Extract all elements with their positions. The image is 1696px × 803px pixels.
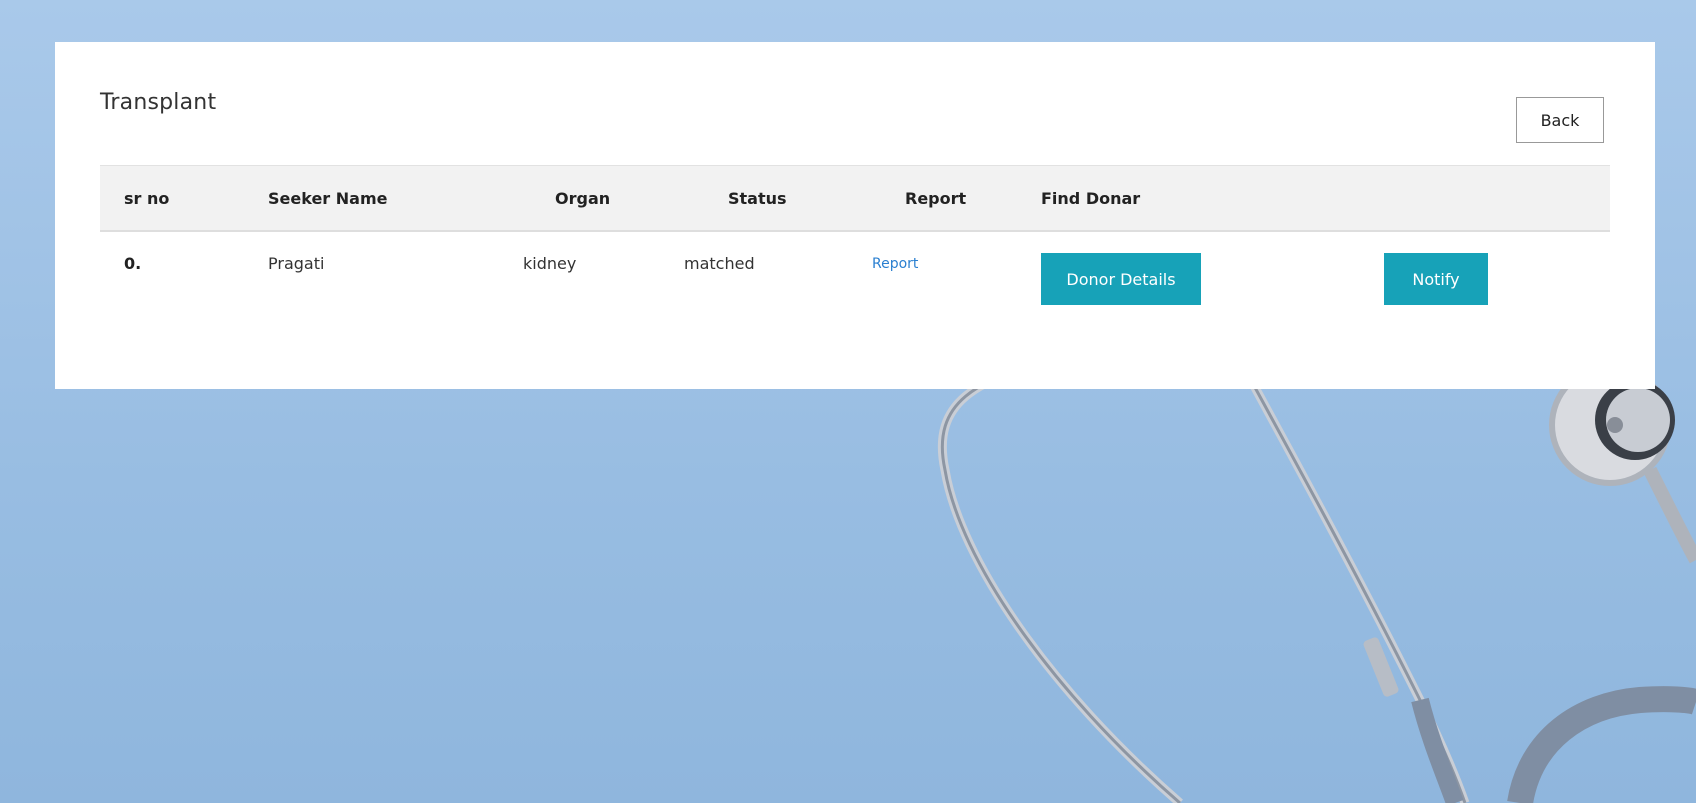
cell-find-donar: Donor Details — [1041, 231, 1384, 305]
header-seeker-name: Seeker Name — [268, 188, 388, 208]
cell-notify: Notify — [1384, 231, 1610, 305]
header-report: Report — [905, 188, 967, 208]
header-sr-no: sr no — [124, 188, 170, 208]
back-button[interactable]: Back — [1516, 97, 1604, 143]
table-row: 0. Pragati kidney matched Report Donor D… — [100, 231, 1610, 305]
cell-sr-no: 0. — [124, 254, 142, 273]
cell-status: matched — [684, 254, 755, 273]
header-find-donar: Find Donar — [1041, 188, 1141, 208]
header-organ: Organ — [555, 188, 611, 208]
notify-button[interactable]: Notify — [1384, 253, 1488, 305]
header-actions — [1384, 166, 1610, 232]
cell-seeker-name: Pragati — [268, 254, 325, 273]
donor-details-button[interactable]: Donor Details — [1041, 253, 1201, 305]
page-title: Transplant — [100, 90, 217, 115]
header-status: Status — [728, 188, 787, 208]
cell-report: Report — [872, 231, 1041, 305]
transplant-table: sr no Seeker Name Organ Status Report Fi… — [100, 165, 1610, 305]
table-header-row: sr no Seeker Name Organ Status Report Fi… — [100, 165, 1610, 232]
transplant-card: Transplant Back sr no Seeker Name Organ … — [55, 42, 1655, 389]
cell-organ: kidney — [523, 254, 577, 273]
report-link[interactable]: Report — [872, 232, 918, 272]
